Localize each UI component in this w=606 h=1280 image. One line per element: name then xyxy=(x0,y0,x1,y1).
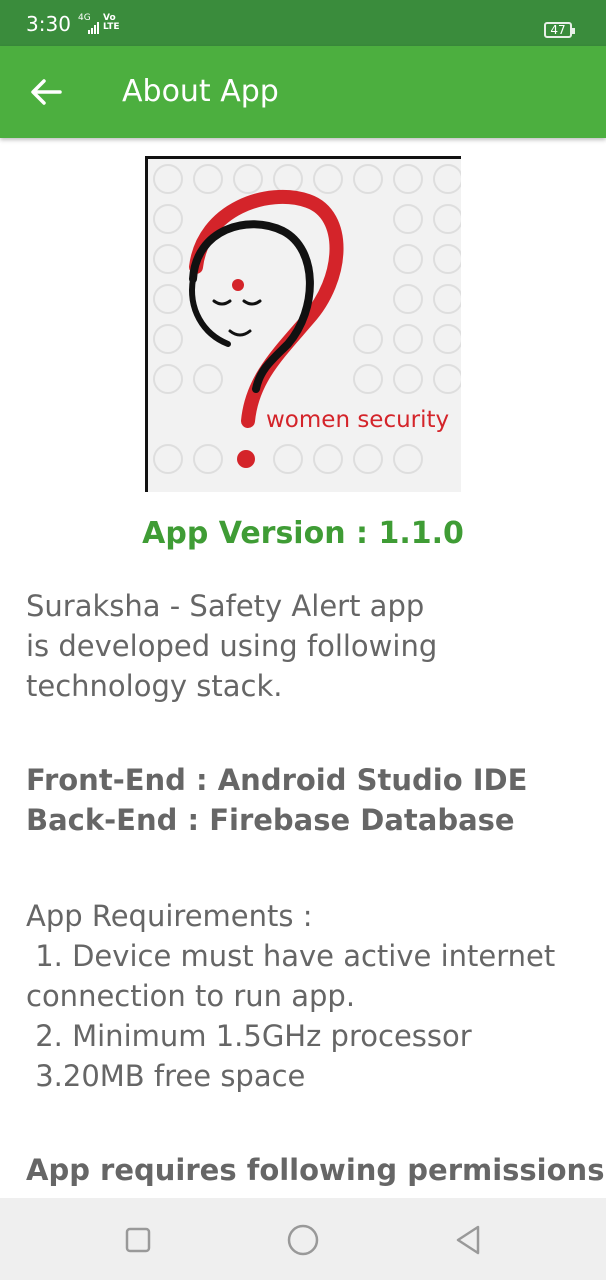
app-version: App Version : 1.1.0 xyxy=(142,516,464,551)
back-button[interactable] xyxy=(24,70,68,114)
signal-icon xyxy=(88,22,99,34)
system-nav-bar xyxy=(0,1198,606,1280)
volte-indicator: Vo LTE xyxy=(103,14,120,32)
battery-tip xyxy=(572,28,575,34)
requirement-3: 3.20MB free space xyxy=(26,1059,306,1093)
intro-line-2: is developed using following xyxy=(26,629,438,663)
requirement-2: 2. Minimum 1.5GHz processor xyxy=(26,1019,472,1053)
nav-back-button[interactable] xyxy=(448,1220,488,1260)
logo-text: women security xyxy=(266,407,450,433)
status-bar: 3:30 4G Vo LTE 47 xyxy=(0,0,606,46)
battery-level: 47 xyxy=(550,23,566,37)
battery-icon: 47 xyxy=(544,22,575,38)
home-button[interactable] xyxy=(283,1220,323,1260)
requirement-1a: 1. Device must have active internet xyxy=(26,939,556,973)
volte-bottom: LTE xyxy=(103,22,120,32)
arrow-left-icon xyxy=(31,79,62,105)
frontend-info: Front-End : Android Studio IDE xyxy=(26,763,528,797)
intro-line-3: technology stack. xyxy=(26,669,283,703)
intro-line-1: Suraksha - Safety Alert app xyxy=(26,589,425,623)
square-icon xyxy=(125,1227,151,1253)
woman-face-icon xyxy=(189,189,344,468)
status-time: 3:30 xyxy=(26,12,71,36)
app-logo: women security xyxy=(145,156,461,492)
recent-apps-button[interactable] xyxy=(118,1220,158,1260)
app-bar: About App xyxy=(0,46,606,138)
backend-info: Back-End : Firebase Database xyxy=(26,803,515,837)
requirements-title: App Requirements : xyxy=(26,899,313,933)
permissions-title: App requires following permissions: xyxy=(26,1153,606,1187)
circle-icon xyxy=(287,1224,319,1256)
triangle-back-icon xyxy=(456,1225,480,1255)
requirement-1b: connection to run app. xyxy=(26,979,356,1013)
page-title: About App xyxy=(122,74,279,109)
